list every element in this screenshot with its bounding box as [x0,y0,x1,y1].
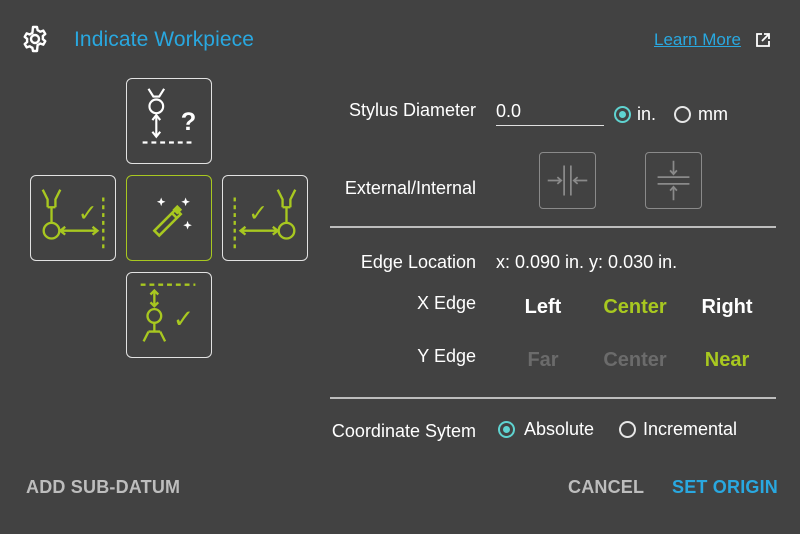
incremental-label[interactable]: Incremental [643,419,737,440]
section-divider [330,397,776,399]
magic-wand-tile[interactable] [126,175,212,261]
checkmark-glyph: ✓ [173,304,194,334]
checkmark-glyph: ✓ [248,199,268,227]
incremental-radio[interactable] [619,421,636,438]
unit-in-radio[interactable] [614,106,631,123]
cancel-button[interactable]: CANCEL [568,477,644,498]
internal-edge-button[interactable] [645,152,702,209]
y-edge-near-option[interactable]: Near [698,349,756,372]
x-edge-center-option[interactable]: Center [596,296,674,319]
probe-top-tile[interactable]: ? [126,78,212,164]
probe-bottom-edge-icon: ✓ [140,283,196,342]
x-edge-right-option[interactable]: Right [698,296,756,319]
x-edge-left-option[interactable]: Left [516,296,570,319]
coordinate-system-label: Coordinate Sytem [331,421,476,441]
internal-edge-icon [657,160,690,201]
magic-wand-icon [152,197,192,238]
question-mark-glyph: ? [181,108,197,136]
external-internal-label: External/Internal [344,178,476,198]
edge-location-value: x: 0.090 in. y: 0.030 in. [496,252,678,272]
y-edge-center-option: Center [603,349,667,371]
stylus-diameter-label: Stylus Diameter [348,100,476,120]
absolute-label[interactable]: Absolute [524,419,594,440]
unit-in-label[interactable]: in. [637,104,656,125]
page-title: Indicate Workpiece [74,28,255,51]
section-divider [330,226,776,228]
probe-bottom-tile[interactable]: ✓ [126,272,212,358]
probe-left-tile[interactable]: ✓ [30,175,116,261]
checkmark-glyph: ✓ [78,199,98,227]
add-sub-datum-button[interactable]: ADD SUB-DATUM [26,477,180,498]
y-edge-label: Y Edge [417,346,476,366]
unit-mm-label[interactable]: mm [698,104,728,125]
set-origin-button[interactable]: SET ORIGIN [672,477,778,498]
gear-icon[interactable] [20,24,50,54]
edge-location-label: Edge Location [360,252,476,272]
y-edge-far-option: Far [527,349,559,371]
probe-right-edge-icon: ✓ [233,189,297,251]
probe-unknown-edge-icon: ? [142,88,197,144]
probe-right-tile[interactable]: ✓ [222,175,308,261]
probe-left-edge-icon: ✓ [41,189,105,251]
external-link-icon[interactable] [755,32,771,48]
absolute-radio[interactable] [498,421,515,438]
stylus-diameter-input[interactable] [496,98,604,126]
x-edge-label: X Edge [416,293,476,313]
external-edge-icon [547,165,588,196]
learn-more-link[interactable]: Learn More [654,30,741,50]
unit-mm-radio[interactable] [674,106,691,123]
external-edge-button[interactable] [539,152,596,209]
